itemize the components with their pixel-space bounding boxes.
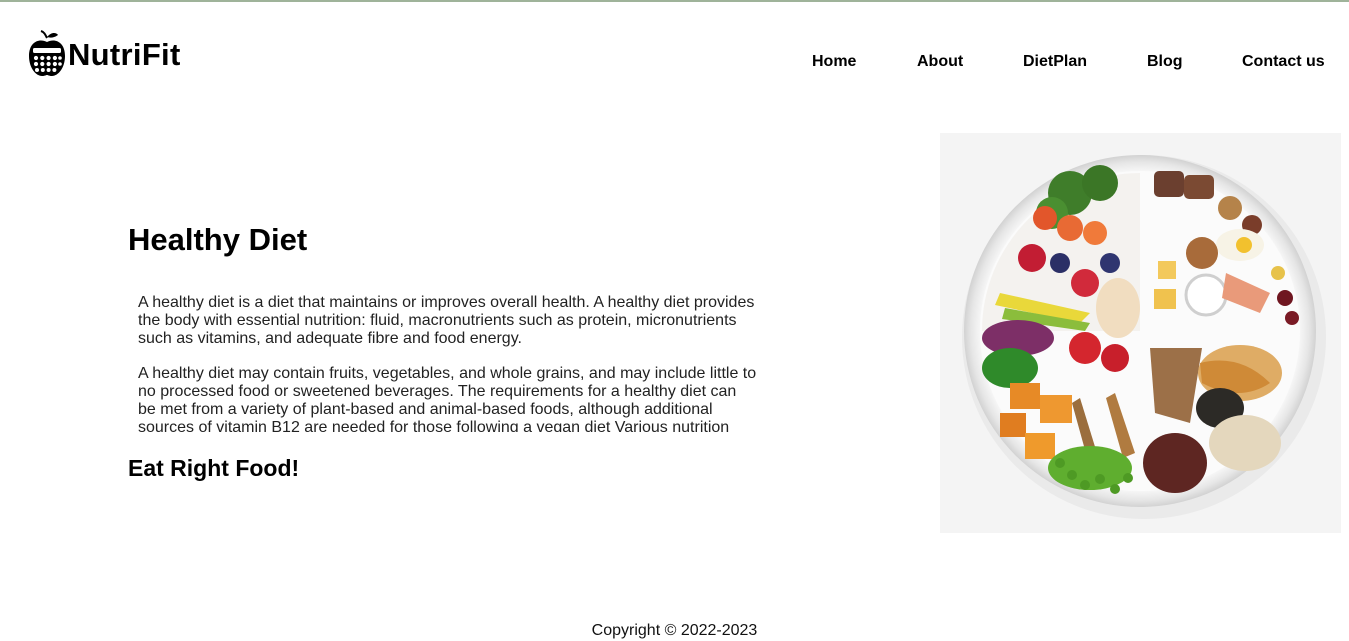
page-title: Healthy Diet [128,222,308,257]
nav-contact-us[interactable]: Contact us [1242,53,1325,71]
article-paragraph: A healthy diet is a diet that maintains … [138,294,755,347]
section-subtitle: Eat Right Food! [128,455,300,481]
article-paragraph: A healthy diet may contain fruits, veget… [138,365,757,432]
footer-copyright: Copyright © 2022-2023 [591,622,758,639]
top-border [0,0,1349,2]
nav-dietplan[interactable]: DietPlan [1023,53,1087,71]
nav-about[interactable]: About [917,53,963,71]
nav-home[interactable]: Home [812,53,856,71]
nav-blog[interactable]: Blog [1147,53,1183,71]
food-plate-image [940,133,1341,533]
main-nav: Home About DietPlan Blog Contact us [0,53,1349,77]
article-text[interactable]: A healthy diet is a diet that maintains … [138,294,758,432]
